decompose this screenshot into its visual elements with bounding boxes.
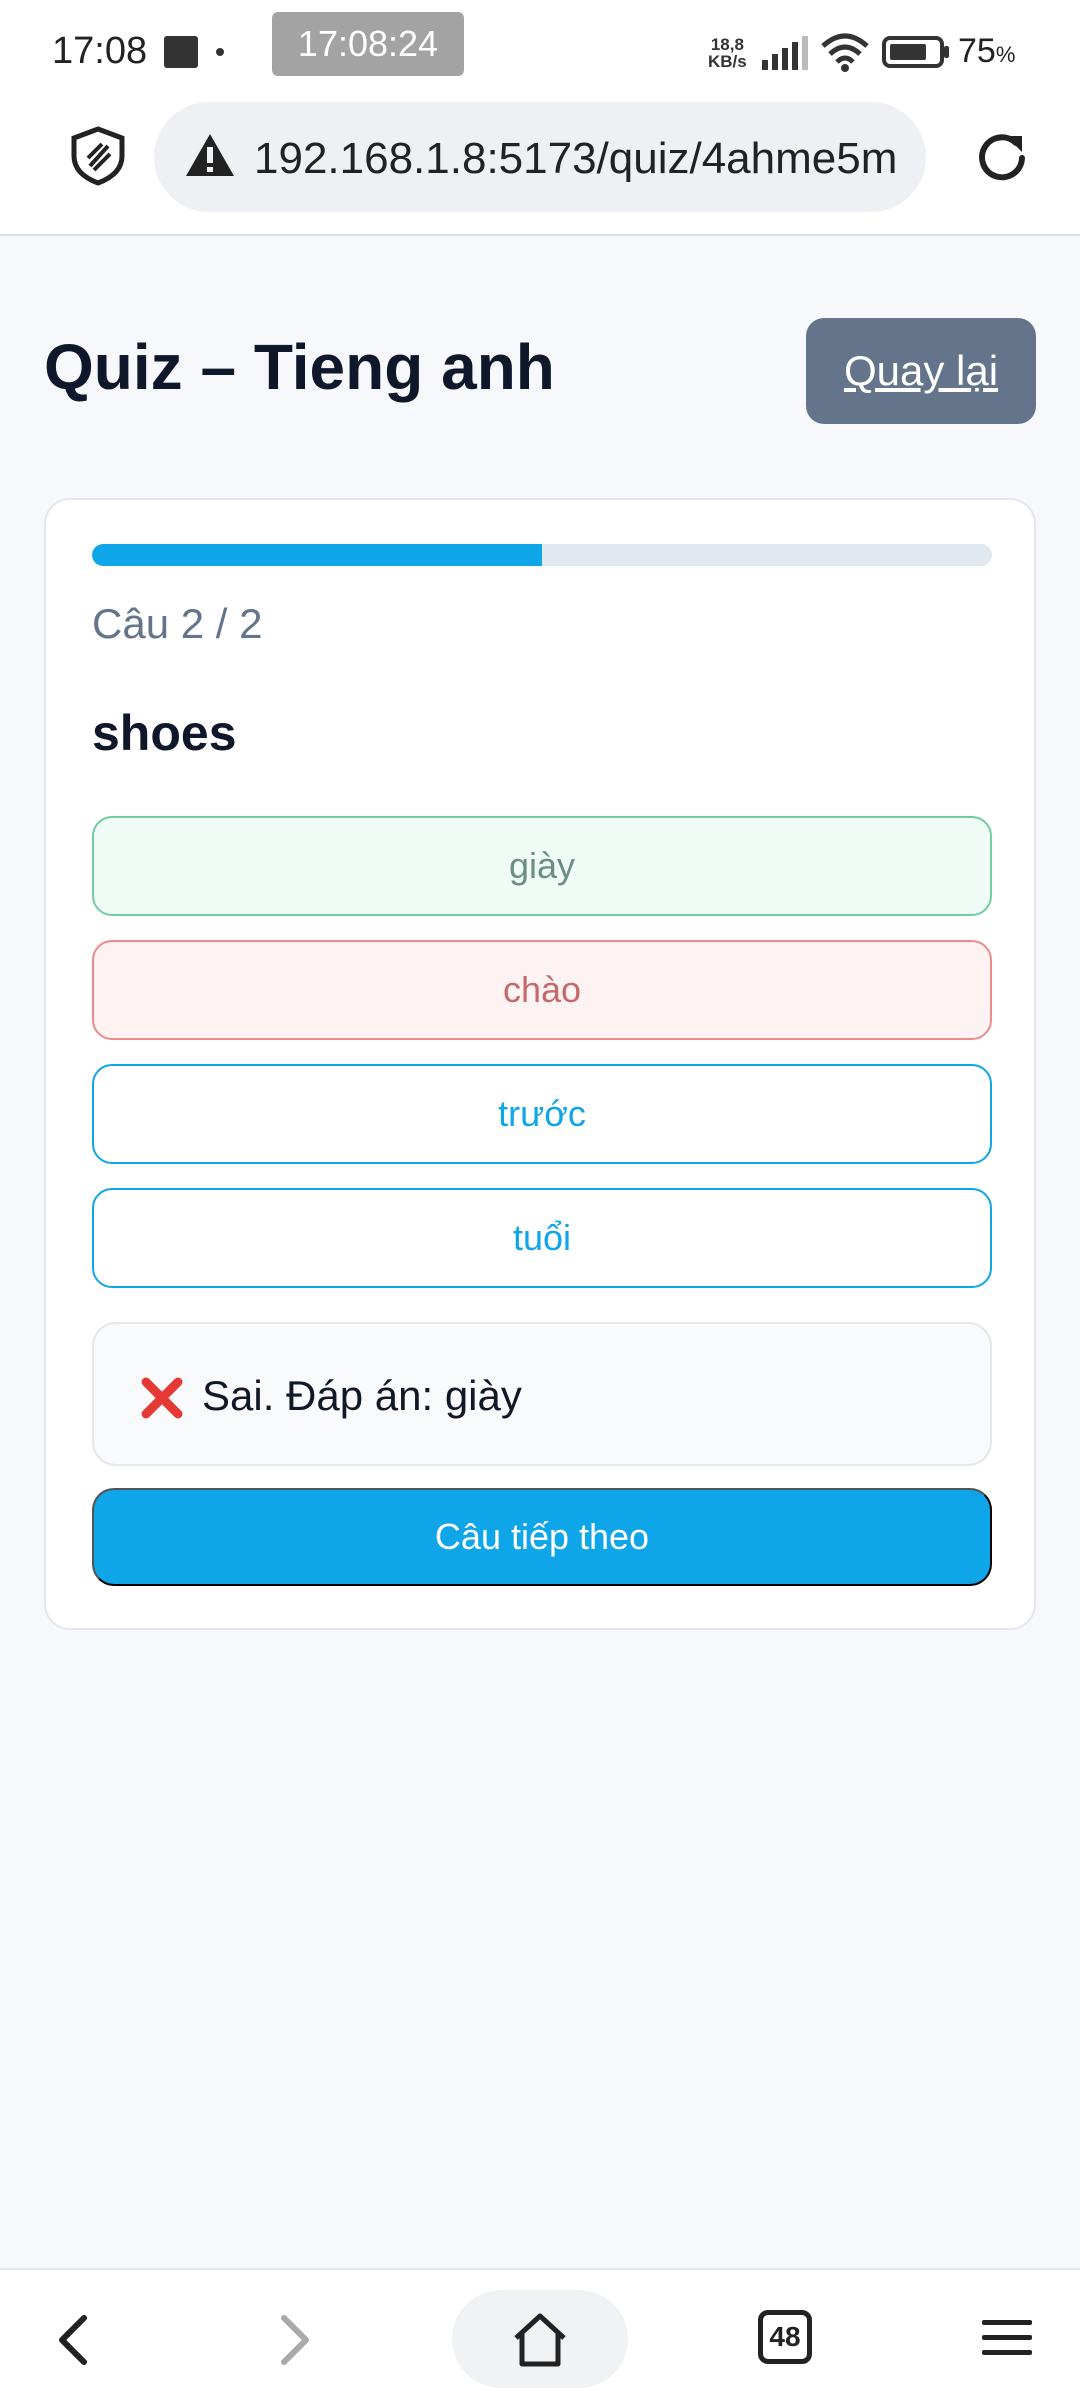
forward-arrow-icon[interactable] <box>274 2310 318 2370</box>
status-bar: 17:08 17:08:24 18,8 KB/s 75% <box>0 0 1080 100</box>
back-arrow-icon[interactable] <box>50 2310 94 2370</box>
question-counter: Câu 2 / 2 <box>92 600 263 647</box>
notification-square-icon <box>164 36 198 68</box>
warning-icon <box>186 134 234 176</box>
browser-toolbar: 192.168.1.8:5173/quiz/4ahme5m <box>0 100 1080 236</box>
wifi-icon <box>821 33 869 72</box>
answer-option[interactable]: giày <box>92 816 992 916</box>
battery-percent: 75% <box>958 32 1016 70</box>
overlay-clock: 17:08:24 <box>272 12 464 76</box>
status-time: 17:08 <box>52 30 148 72</box>
next-question-button[interactable]: Câu tiếp theo <box>92 1488 992 1586</box>
quiz-card: Câu 2 / 2 shoes giày chào trước tuổi Sai… <box>44 498 1036 1630</box>
home-button[interactable] <box>452 2290 628 2388</box>
tabs-counter-button[interactable]: 48 <box>758 2310 812 2364</box>
notification-dot-icon <box>216 48 224 56</box>
network-speed-value: 18,8 <box>710 35 744 54</box>
question-word: shoes <box>92 705 237 761</box>
page-title: Quiz – Tieng anh <box>44 331 555 403</box>
bottom-navigation: 48 <box>0 2268 1080 2400</box>
answer-option[interactable]: trước <box>92 1064 992 1164</box>
x-mark-icon <box>141 1377 183 1419</box>
back-button[interactable]: Quay lại <box>806 318 1036 424</box>
network-speed: 18,8 KB/s <box>708 36 747 70</box>
url-text: 192.168.1.8:5173/quiz/4ahme5m <box>254 134 898 183</box>
progress-bar <box>92 544 992 566</box>
home-icon <box>514 2313 566 2367</box>
feedback-box: Sai. Đáp án: giày <box>92 1322 992 1466</box>
answer-option[interactable]: tuổi <box>92 1188 992 1288</box>
feedback-text: Sai. Đáp án: giày <box>202 1372 522 1419</box>
answer-option[interactable]: chào <box>92 940 992 1040</box>
menu-icon[interactable] <box>980 2316 1034 2360</box>
signal-icon <box>762 36 808 70</box>
network-speed-unit: KB/s <box>708 52 747 71</box>
progress-fill <box>92 544 542 566</box>
shield-icon[interactable] <box>70 126 126 186</box>
address-bar[interactable]: 192.168.1.8:5173/quiz/4ahme5m <box>154 102 926 212</box>
reload-icon[interactable] <box>972 128 1032 188</box>
battery-icon <box>882 36 949 68</box>
